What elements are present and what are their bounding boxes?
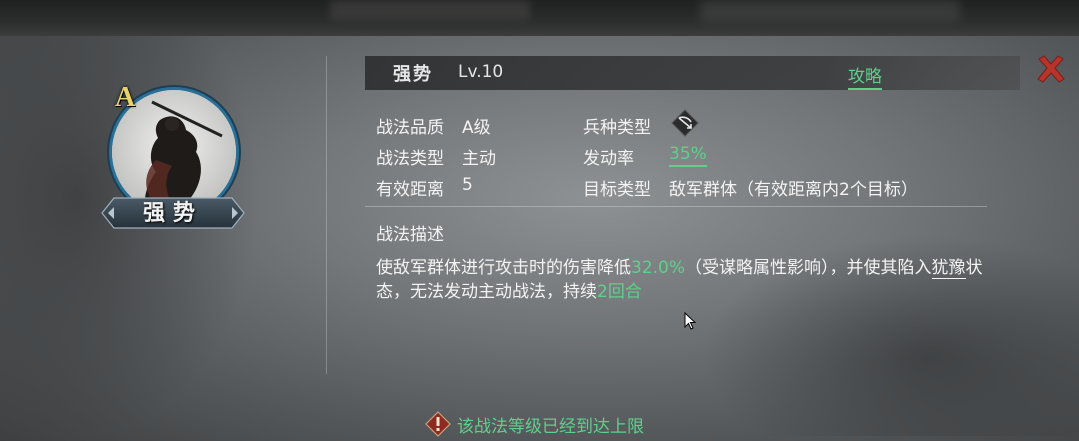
description-title: 战法描述 [376, 225, 444, 245]
range-value: 5 [462, 175, 473, 195]
target-type-value: 敌军群体（有效距离内2个目标） [669, 180, 918, 200]
skill-description: 使敌军群体进行攻击时的伤害降低32.0%（受谋略属性影响），并使其陷入犹豫状态，… [376, 256, 996, 304]
description-text: （受谋略属性影响），并使其陷入 [685, 258, 932, 278]
close-button[interactable] [1034, 52, 1068, 86]
skill-level: Lv.10 [458, 62, 504, 82]
duration-value: 2回合 [597, 282, 642, 302]
range-label: 有效距离 [376, 180, 444, 200]
damage-reduction-value: 32.0% [631, 258, 686, 278]
warning-icon [425, 411, 451, 437]
max-level-notice: 该战法等级已经到达上限 [425, 410, 644, 438]
skill-name-plate: 强势 [100, 196, 246, 230]
trigger-rate-value[interactable]: 35% [669, 144, 707, 167]
max-level-message: 该战法等级已经到达上限 [457, 416, 644, 437]
target-type-label: 目标类型 [583, 180, 651, 200]
close-icon [1037, 55, 1065, 83]
description-text: 使敌军群体进行攻击时的伤害降低 [376, 258, 631, 278]
type-value: 主动 [462, 149, 496, 169]
background-top [0, 0, 1079, 36]
background-blur [700, 0, 960, 22]
troop-type-label: 兵种类型 [583, 118, 651, 138]
trigger-rate-label: 发动率 [583, 149, 634, 169]
hesitation-status-link[interactable]: 犹豫 [931, 258, 966, 279]
type-label: 战法类型 [376, 149, 444, 169]
quality-label: 战法品质 [376, 118, 444, 138]
mouse-cursor-icon [684, 311, 698, 330]
skill-name-label: 强势 [142, 200, 203, 226]
bow-icon [670, 108, 700, 138]
vertical-divider [326, 56, 327, 374]
grade-badge: A [115, 82, 136, 113]
quality-value: A级 [462, 118, 491, 138]
background-blur [330, 0, 530, 20]
horizontal-divider [365, 206, 987, 207]
skill-title: 强势 [393, 64, 433, 85]
guide-link[interactable]: 攻略 [848, 62, 882, 90]
